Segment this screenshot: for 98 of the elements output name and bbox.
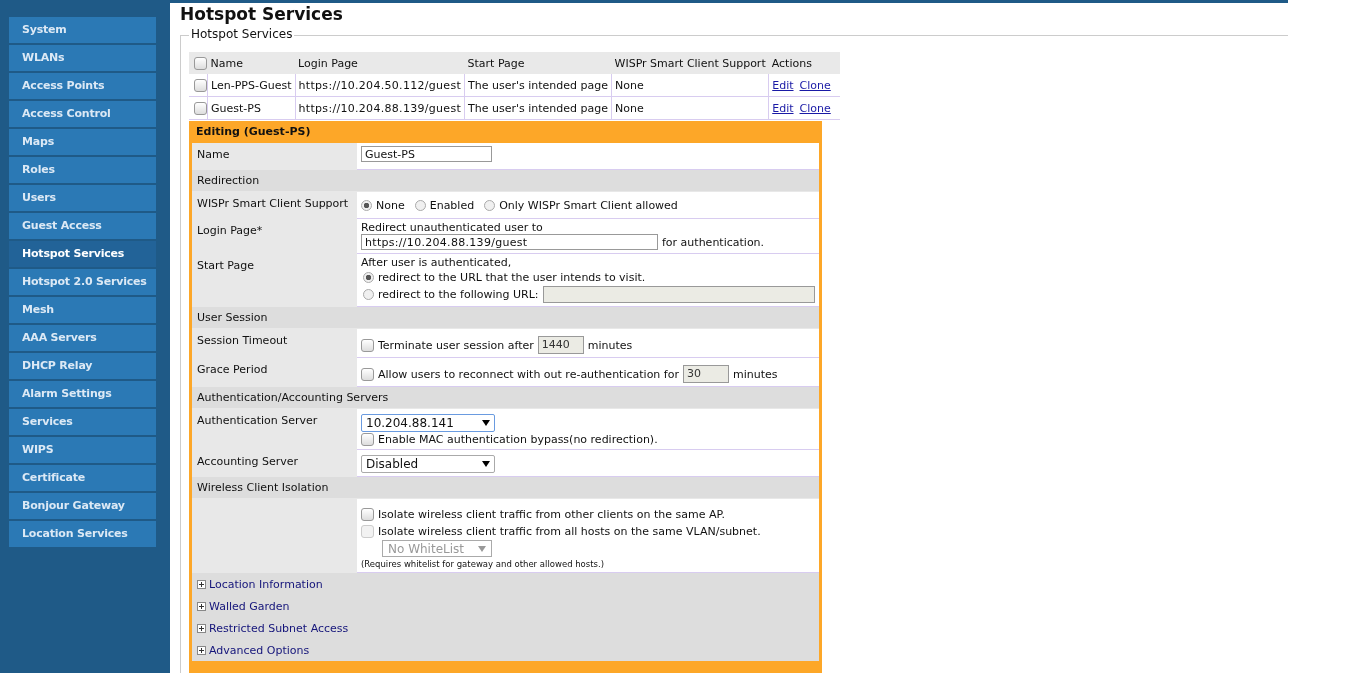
url-input[interactable]: https://10.204.88.139/guest <box>361 234 658 250</box>
field-label: Grace Period <box>197 363 268 376</box>
checkbox[interactable] <box>361 367 374 381</box>
radio-button[interactable] <box>363 272 374 283</box>
table-cell: None <box>611 74 769 97</box>
action-link[interactable]: Clone <box>799 101 831 115</box>
expand-icon[interactable] <box>197 645 206 655</box>
radio-button[interactable] <box>414 200 426 211</box>
sidebar-item[interactable]: Guest Access <box>9 213 156 239</box>
sidebar-item[interactable]: Access Points <box>9 73 156 99</box>
whitelist-dropdown[interactable]: No WhiteList <box>382 540 492 557</box>
expander-link[interactable]: Restricted Subnet Access <box>209 621 349 635</box>
caret-icon <box>482 461 490 467</box>
radio-label: Enabled <box>429 199 475 212</box>
unit-label: minutes <box>732 367 778 381</box>
caret-icon <box>482 420 490 426</box>
action-link[interactable]: Edit <box>772 78 794 92</box>
sidebar-item[interactable]: Location Services <box>9 521 156 547</box>
checkbox-label: Enable MAC authentication bypass(no redirection). <box>378 433 658 446</box>
sidebar-item[interactable]: Bonjour Gateway <box>9 493 156 519</box>
expand-icon[interactable] <box>197 601 206 611</box>
field-label: Start Page <box>197 259 254 272</box>
url-input[interactable] <box>542 286 815 303</box>
field-label: Login Page* <box>197 224 263 237</box>
fieldset-legend: Hotspot Services <box>189 27 295 41</box>
editor-title: Editing (Guest-PS) <box>195 124 312 140</box>
table-cell: https://10.204.50.112/guest <box>295 74 465 97</box>
field-label: Session Timeout <box>197 334 288 347</box>
expander-link[interactable]: Advanced Options <box>209 643 310 657</box>
checkbox[interactable] <box>361 338 374 352</box>
section-heading: Authentication/Accounting Servers <box>192 387 819 409</box>
section-heading: User Session <box>192 307 819 329</box>
sidebar-item[interactable]: Access Control <box>9 101 156 127</box>
sidebar-item[interactable]: WIPS <box>9 437 156 463</box>
expand-icon[interactable] <box>197 623 206 633</box>
sidebar-item[interactable]: WLANs <box>9 45 156 71</box>
action-link[interactable]: Edit <box>772 101 794 115</box>
radio-button[interactable] <box>363 289 374 300</box>
sidebar-item[interactable]: Hotspot Services <box>9 241 156 267</box>
table-cell: The user's intended page <box>464 74 612 97</box>
row-checkbox[interactable] <box>194 101 207 115</box>
column-header: WISPr Smart Client Support <box>611 52 769 74</box>
column-header: Start Page <box>464 52 612 74</box>
field-label: Accounting Server <box>197 455 298 468</box>
table-cell: None <box>611 96 769 120</box>
field-label: Authentication Server <box>197 414 318 427</box>
checkbox-label: Allow users to reconnect with out re-authentication for <box>378 367 679 381</box>
server-dropdown[interactable]: 10.204.88.141 <box>361 414 495 432</box>
sidebar-item[interactable]: Certificate <box>9 465 156 491</box>
sidebar-item[interactable]: Services <box>9 409 156 435</box>
radio-label: redirect to the URL that the user intends to visit. <box>378 271 646 284</box>
expander-link[interactable]: Location Information <box>209 577 323 591</box>
select-all-checkbox[interactable] <box>194 56 207 70</box>
sidebar-item[interactable]: Roles <box>9 157 156 183</box>
field-label: Name <box>197 148 230 161</box>
column-header: Name <box>207 52 296 74</box>
page-title: Hotspot Services <box>180 4 344 26</box>
radio-label: Only WISPr Smart Client allowed <box>499 199 678 212</box>
note-text: (Requires whitelist for gateway and other allowed hosts.) <box>361 559 606 569</box>
caret-icon <box>478 545 486 552</box>
checkbox[interactable] <box>361 508 374 521</box>
action-link[interactable]: Clone <box>799 78 831 92</box>
name-input[interactable]: Guest-PS <box>361 146 492 162</box>
sidebar-item[interactable]: Hotspot 2.0 Services <box>9 269 156 295</box>
unit-label: minutes <box>587 338 633 352</box>
radio-label: None <box>376 199 405 212</box>
sidebar-item[interactable]: Alarm Settings <box>9 381 156 407</box>
column-header: Actions <box>768 52 840 74</box>
checkbox-label: Isolate wireless client traffic from all hosts on the same VLAN/subnet. <box>378 525 761 538</box>
minutes-input[interactable]: 1440 <box>537 336 584 354</box>
minutes-input[interactable]: 30 <box>682 365 729 383</box>
sidebar-item[interactable]: Users <box>9 185 156 211</box>
section-heading: Wireless Client Isolation <box>192 477 819 499</box>
checkbox[interactable] <box>361 433 374 446</box>
radio-button[interactable] <box>361 200 372 211</box>
sidebar-item[interactable]: System <box>9 17 156 43</box>
radio-button[interactable] <box>484 200 496 211</box>
sidebar-item[interactable]: Mesh <box>9 297 156 323</box>
sidebar-item[interactable]: AAA Servers <box>9 325 156 351</box>
field-suffix: for authentication. <box>662 235 765 249</box>
checkbox-label: Terminate user session after <box>378 338 534 352</box>
section-heading: Redirection <box>192 170 819 192</box>
expand-icon[interactable] <box>197 579 206 589</box>
column-header: Login Page <box>295 52 465 74</box>
sidebar-item[interactable]: Maps <box>9 129 156 155</box>
server-dropdown[interactable]: Disabled <box>361 455 495 473</box>
field-hint: After user is authenticated, <box>361 257 513 269</box>
radio-label: redirect to the following URL: <box>378 288 539 301</box>
checkbox-label: Isolate wireless client traffic from other clients on the same AP. <box>378 508 725 521</box>
expander-link[interactable]: Walled Garden <box>209 599 290 613</box>
row-checkbox[interactable] <box>194 78 207 92</box>
field-label: WISPr Smart Client Support <box>197 197 349 210</box>
table-cell: https://10.204.88.139/guest <box>295 96 465 120</box>
sidebar-item[interactable]: DHCP Relay <box>9 353 156 379</box>
table-cell: Len-PPS-Guest <box>207 74 296 97</box>
table-cell: The user's intended page <box>464 96 612 120</box>
table-cell: Guest-PS <box>207 96 296 120</box>
field-hint: Redirect unauthenticated user to <box>361 222 544 234</box>
